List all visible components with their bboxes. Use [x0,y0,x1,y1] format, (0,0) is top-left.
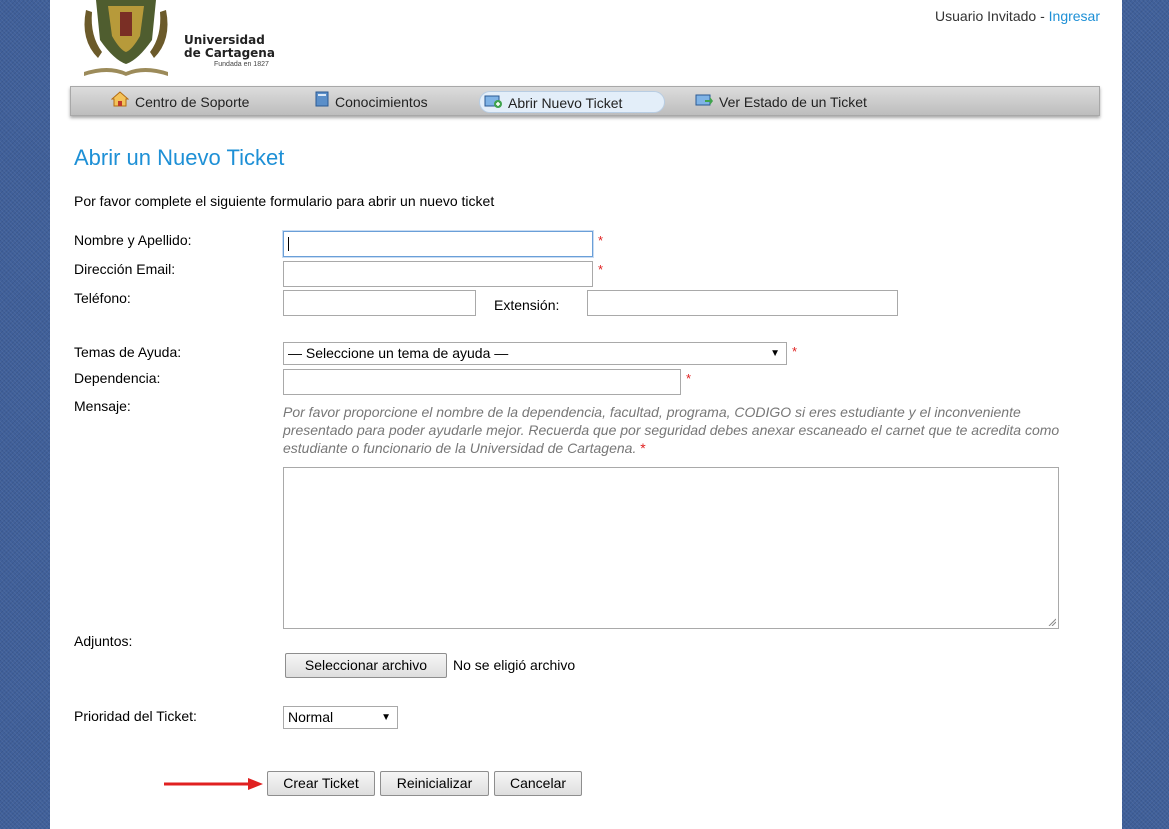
page-title: Abrir un Nuevo Ticket [74,145,285,170]
priority-select[interactable]: Normal ▼ [283,706,398,729]
university-logo[interactable]: Universidad de Cartagena Fundada en 1827 [74,0,284,82]
dropdown-arrow-icon: ▼ [770,348,780,359]
nav-item-new-ticket[interactable]: Abrir Nuevo Ticket [479,91,665,113]
create-ticket-button[interactable]: Crear Ticket [267,771,375,796]
required-mark: * [640,440,646,456]
email-input[interactable] [283,261,593,287]
phone-label: Teléfono: [74,290,131,306]
nav-item-support-center[interactable]: Centro de Soporte [107,91,257,113]
main-nav: Centro de Soporte Conocimientos Abrir Nu… [70,86,1100,116]
resize-grip-icon[interactable] [1048,618,1056,626]
user-separator: - [1036,8,1049,24]
name-label: Nombre y Apellido: [74,232,192,248]
topic-label: Temas de Ayuda: [74,344,182,360]
message-help: Por favor proporcione el nombre de la de… [283,403,1073,457]
user-status: Usuario Invitado [935,8,1037,24]
extension-input[interactable] [587,290,898,316]
message-textarea[interactable] [283,467,1059,629]
text-cursor [288,237,289,251]
message-help-text: Por favor proporcione el nombre de la de… [283,404,1060,456]
nav-item-ticket-status[interactable]: Ver Estado de un Ticket [691,91,875,113]
home-icon [110,91,130,113]
reset-button[interactable]: Reinicializar [380,771,489,796]
required-mark: * [598,233,604,248]
logo-founded: Fundada en 1827 [214,61,269,68]
user-bar: Usuario Invitado - Ingresar [935,8,1100,24]
topic-selected: — Seleccione un tema de ayuda — [288,345,509,361]
priority-label: Prioridad del Ticket: [74,708,197,724]
required-mark: * [686,371,692,386]
book-icon [315,91,329,113]
red-arrow-annotation [164,778,263,790]
logo-cartagena: de Cartagena [184,46,275,60]
nav-label: Ver Estado de un Ticket [719,94,867,110]
name-input[interactable] [283,231,593,257]
login-link[interactable]: Ingresar [1049,8,1100,24]
ticket-status-icon [695,91,713,113]
message-label: Mensaje: [74,398,131,414]
page-intro: Por favor complete el siguiente formular… [74,193,495,209]
required-mark: * [598,262,604,277]
attachments-label: Adjuntos: [74,633,133,649]
page-container: Universidad de Cartagena Fundada en 1827… [50,0,1122,829]
email-label: Dirección Email: [74,261,176,277]
nav-label: Abrir Nuevo Ticket [508,95,623,111]
choose-file-button[interactable]: Seleccionar archivo [285,653,447,678]
phone-input[interactable] [283,290,476,316]
department-input[interactable] [283,369,681,395]
nav-label: Centro de Soporte [135,94,250,110]
extension-label: Extensión: [494,297,560,313]
file-status: No se eligió archivo [453,657,576,673]
required-mark: * [792,344,798,359]
department-label: Dependencia: [74,370,161,386]
dropdown-arrow-icon: ▼ [381,712,391,723]
priority-selected: Normal [288,709,334,725]
topic-select[interactable]: — Seleccione un tema de ayuda — ▼ [283,342,787,365]
nav-item-knowledge[interactable]: Conocimientos [311,91,436,113]
cancel-button[interactable]: Cancelar [494,771,582,796]
nav-label: Conocimientos [335,94,428,110]
new-ticket-icon [484,92,502,114]
crest-icon [84,0,168,76]
